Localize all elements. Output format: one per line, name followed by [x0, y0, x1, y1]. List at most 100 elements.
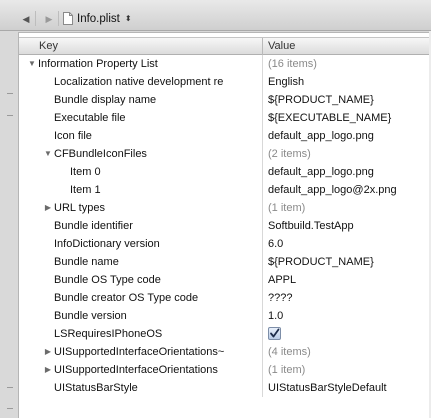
disclosure-closed-icon[interactable]: ▶ — [43, 347, 53, 357]
file-name: Info.plist — [77, 12, 120, 25]
row-key[interactable]: Bundle version — [54, 310, 127, 322]
row-key[interactable]: Bundle name — [54, 256, 119, 268]
table-row[interactable]: Bundle version 1.0 — [19, 307, 431, 325]
table-row[interactable]: Bundle display name ${PRODUCT_NAME} — [19, 91, 431, 109]
disclosure-closed-icon[interactable]: ▶ — [43, 203, 53, 213]
forward-arrow-icon[interactable]: ▶ — [41, 12, 57, 26]
column-divider — [262, 253, 263, 271]
table-row[interactable]: Icon file default_app_logo.png — [19, 127, 431, 145]
row-value[interactable]: default_app_logo@2x.png — [268, 184, 397, 196]
gutter-mark — [7, 93, 13, 94]
gutter-mark — [7, 115, 13, 116]
column-divider — [262, 325, 263, 343]
table-row[interactable]: Item 1 default_app_logo@2x.png — [19, 181, 431, 199]
key-column-header[interactable]: Key — [39, 40, 58, 52]
table-row[interactable]: Executable file ${EXECUTABLE_NAME} — [19, 109, 431, 127]
row-value[interactable]: (2 items) — [268, 148, 311, 160]
column-divider — [262, 271, 263, 289]
row-key[interactable]: Icon file — [54, 130, 92, 142]
row-value[interactable]: APPL — [268, 274, 296, 286]
row-value[interactable]: Softbuild.TestApp — [268, 220, 354, 232]
checkmark-icon — [270, 328, 280, 338]
row-key[interactable]: UIStatusBarStyle — [54, 382, 138, 394]
table-row[interactable]: LSRequiresIPhoneOS — [19, 325, 431, 343]
row-key[interactable]: InfoDictionary version — [54, 238, 160, 250]
row-value[interactable]: (16 items) — [268, 58, 317, 70]
file-breadcrumb[interactable]: Info.plist ⬍ — [63, 10, 132, 27]
jump-bar-divider — [35, 11, 36, 26]
jump-bar: ◀ ▶ Info.plist ⬍ — [0, 0, 431, 31]
table-row[interactable]: Bundle OS Type code APPL — [19, 271, 431, 289]
row-key[interactable]: Information Property List — [38, 58, 158, 70]
column-divider — [262, 361, 263, 379]
column-divider — [262, 145, 263, 163]
row-value[interactable]: default_app_logo.png — [268, 166, 374, 178]
table-row[interactable]: Bundle identifier Softbuild.TestApp — [19, 217, 431, 235]
document-icon — [63, 12, 73, 25]
column-divider — [262, 55, 263, 73]
table-row[interactable]: ▶ UISupportedInterfaceOrientations (1 item… — [19, 361, 431, 379]
row-key[interactable]: URL types — [54, 202, 105, 214]
table-row[interactable]: Bundle creator OS Type code???? — [19, 289, 431, 307]
row-key[interactable]: UISupportedInterfaceOrientations~ — [54, 346, 224, 358]
column-divider — [262, 109, 263, 127]
value-column-header[interactable]: Value — [268, 40, 295, 52]
row-key[interactable]: Bundle identifier — [54, 220, 133, 232]
column-divider — [262, 343, 263, 361]
row-value[interactable]: 1.0 — [268, 310, 283, 322]
row-key[interactable]: Executable file — [54, 112, 126, 124]
row-key[interactable]: Bundle creator OS Type code — [54, 292, 198, 304]
column-divider — [262, 235, 263, 253]
row-value[interactable]: 6.0 — [268, 238, 283, 250]
table-row[interactable]: ▼ CFBundleIconFiles (2 items) — [19, 145, 431, 163]
gutter-mark — [7, 408, 13, 409]
disclosure-open-icon[interactable]: ▼ — [27, 59, 37, 69]
row-value[interactable]: default_app_logo.png — [268, 130, 374, 142]
column-divider — [262, 127, 263, 145]
row-key[interactable]: Bundle OS Type code — [54, 274, 161, 286]
row-key[interactable]: CFBundleIconFiles — [54, 148, 147, 160]
table-row[interactable]: UIStatusBarStyle UIStatusBarStyleDefault — [19, 379, 431, 397]
column-divider — [262, 181, 263, 199]
row-value[interactable]: ${EXECUTABLE_NAME} — [268, 112, 391, 124]
row-value[interactable]: (4 items) — [268, 346, 311, 358]
row-value[interactable]: ${PRODUCT_NAME} — [268, 94, 374, 106]
column-divider — [262, 379, 263, 397]
disclosure-closed-icon[interactable]: ▶ — [43, 365, 53, 375]
row-value[interactable]: UIStatusBarStyleDefault — [268, 382, 387, 394]
gutter — [0, 31, 18, 418]
table-row[interactable]: Bundle name ${PRODUCT_NAME} — [19, 253, 431, 271]
row-key[interactable]: Localization native development re — [54, 76, 223, 88]
table-row[interactable]: Localization native development re Englis… — [19, 73, 431, 91]
column-divider — [262, 199, 263, 217]
column-divider — [262, 307, 263, 325]
table-row[interactable]: ▶ URL types (1 item) — [19, 199, 431, 217]
disclosure-open-icon[interactable]: ▼ — [43, 149, 53, 159]
table-row[interactable]: ▶ UISupportedInterfaceOrientations~ (4 ite… — [19, 343, 431, 361]
plist-editor: Key Value ▼ Information Property List (16 … — [18, 32, 431, 418]
gutter-mark — [7, 387, 13, 388]
row-value[interactable]: (1 item) — [268, 364, 305, 376]
column-divider[interactable] — [262, 38, 263, 55]
row-key[interactable]: UISupportedInterfaceOrientations — [54, 364, 218, 376]
column-divider — [262, 73, 263, 91]
column-divider — [262, 91, 263, 109]
row-key[interactable]: Item 0 — [70, 166, 101, 178]
boolean-checkbox[interactable] — [268, 327, 281, 340]
table-header: Key Value — [19, 37, 431, 55]
jump-bar-divider — [58, 11, 59, 26]
row-key[interactable]: LSRequiresIPhoneOS — [54, 328, 162, 340]
row-value[interactable]: ???? — [268, 292, 292, 304]
row-key[interactable]: Item 1 — [70, 184, 101, 196]
back-arrow-icon[interactable]: ◀ — [18, 12, 34, 26]
table-row[interactable]: InfoDictionary version 6.0 — [19, 235, 431, 253]
chevron-updown-icon[interactable]: ⬍ — [125, 14, 132, 23]
table-row[interactable]: Item 0 default_app_logo.png — [19, 163, 431, 181]
row-key[interactable]: Bundle display name — [54, 94, 156, 106]
row-value[interactable]: (1 item) — [268, 202, 305, 214]
row-value[interactable]: ${PRODUCT_NAME} — [268, 256, 374, 268]
table-row[interactable]: ▼ Information Property List (16 items) — [19, 55, 431, 73]
column-divider — [262, 217, 263, 235]
row-value[interactable]: English — [268, 76, 304, 88]
plist-rows: ▼ Information Property List (16 items) Loca… — [19, 55, 431, 397]
